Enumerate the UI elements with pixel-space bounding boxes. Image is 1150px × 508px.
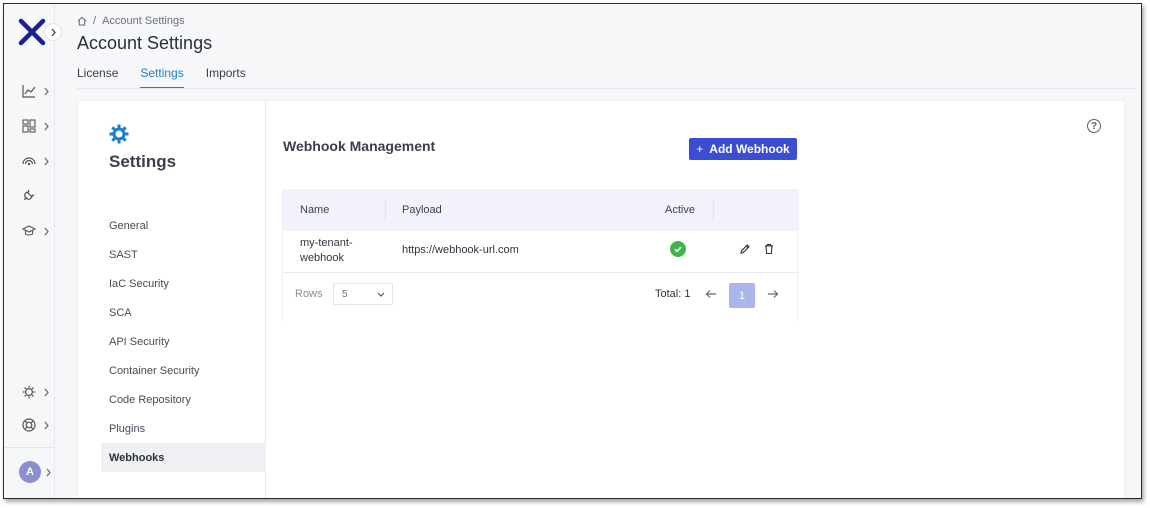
nav-item-code-repository[interactable]: Code Repository	[101, 385, 266, 414]
chevron-down-icon	[377, 292, 385, 297]
rows-label: Rows	[295, 288, 323, 300]
chevron-right-icon	[44, 157, 49, 165]
cell-name-line1: my-tenant-	[300, 237, 353, 249]
rail-expand-button[interactable]	[44, 23, 62, 41]
settings-card: ? Settings General SAST IaC Security SCA…	[77, 100, 1125, 498]
column-header-active[interactable]: Active	[665, 189, 695, 231]
home-icon[interactable]	[77, 16, 87, 26]
chevron-right-icon	[44, 122, 49, 130]
logo-icon[interactable]	[18, 18, 46, 46]
user-avatar[interactable]: A	[19, 461, 41, 483]
column-divider	[713, 199, 714, 221]
nav-item-container-security[interactable]: Container Security	[101, 356, 266, 385]
trash-icon[interactable]	[763, 243, 775, 255]
tab-imports[interactable]: Imports	[206, 65, 246, 89]
cell-name-line2: webhook	[300, 252, 345, 264]
breadcrumb-current: Account Settings	[102, 15, 185, 27]
app-window: A / Account Settings Account Settings Li…	[3, 3, 1142, 499]
help-ring-icon	[22, 418, 36, 432]
dashboard-icon	[22, 119, 36, 133]
tab-bar: License Settings Imports	[77, 65, 268, 89]
page-button-current[interactable]: 1	[729, 283, 755, 308]
rail-item-settings[interactable]	[22, 383, 52, 401]
nav-item-webhooks[interactable]: Webhooks	[101, 443, 266, 472]
arrow-left-icon[interactable]	[705, 289, 717, 299]
nav-item-sca[interactable]: SCA	[101, 298, 266, 327]
chevron-right-icon	[44, 227, 49, 235]
rail-item-dashboard[interactable]	[22, 117, 52, 135]
column-header-name[interactable]: Name	[300, 189, 329, 231]
left-rail: A	[4, 4, 62, 498]
nav-item-iac-security[interactable]: IaC Security	[101, 269, 266, 298]
chevron-right-icon	[44, 421, 49, 429]
rows-per-page-value: 5	[342, 288, 348, 300]
cell-payload: https://webhook-url.com	[402, 244, 519, 256]
webhook-table: Name Payload Active my-tenant- webhook h…	[282, 189, 799, 321]
plug-icon	[23, 189, 35, 201]
breadcrumb: / Account Settings	[77, 15, 185, 27]
total-count: Total: 1	[655, 288, 691, 300]
tab-license[interactable]: License	[77, 65, 118, 89]
edit-icon[interactable]	[739, 243, 751, 255]
webhook-management-title: Webhook Management	[283, 138, 436, 154]
settings-icon	[22, 385, 36, 399]
learning-icon	[22, 225, 36, 236]
nav-item-plugins[interactable]: Plugins	[101, 414, 266, 443]
active-check-icon	[670, 241, 686, 257]
settings-title: Settings	[109, 152, 177, 171]
chevron-right-icon	[46, 468, 51, 477]
nav-item-api-security[interactable]: API Security	[101, 327, 266, 356]
page-title: Account Settings	[77, 33, 213, 53]
nav-item-sast[interactable]: SAST	[101, 240, 266, 269]
rail-item-signal[interactable]	[22, 152, 52, 170]
gear-icon	[109, 124, 129, 144]
table-header: Name Payload Active	[283, 189, 799, 231]
arrow-right-icon[interactable]	[767, 289, 779, 299]
breadcrumb-separator: /	[93, 15, 97, 27]
table-row[interactable]: my-tenant- webhook https://webhook-url.c…	[283, 231, 799, 273]
rail-divider	[4, 447, 55, 448]
rail-item-analytics[interactable]	[22, 82, 52, 100]
plus-icon: +	[696, 142, 704, 156]
add-webhook-label: Add Webhook	[709, 142, 790, 156]
chevron-right-icon	[44, 388, 49, 396]
settings-nav: Settings General SAST IaC Security SCA A…	[101, 101, 266, 498]
nav-item-general[interactable]: General	[101, 211, 266, 240]
column-header-payload[interactable]: Payload	[402, 189, 442, 231]
tab-divider	[77, 88, 1137, 89]
add-webhook-button[interactable]: + Add Webhook	[689, 138, 797, 160]
signal-icon	[22, 157, 36, 166]
rail-item-support[interactable]	[22, 416, 52, 434]
rows-per-page-select[interactable]: 5	[333, 283, 393, 305]
chevron-right-icon	[51, 28, 56, 36]
rail-item-learning[interactable]	[22, 222, 52, 240]
analytics-icon	[22, 85, 36, 98]
chevron-right-icon	[44, 87, 49, 95]
tab-settings[interactable]: Settings	[140, 65, 184, 89]
column-divider	[385, 199, 386, 221]
rail-item-plug[interactable]	[22, 186, 52, 204]
help-icon[interactable]: ?	[1087, 119, 1101, 133]
